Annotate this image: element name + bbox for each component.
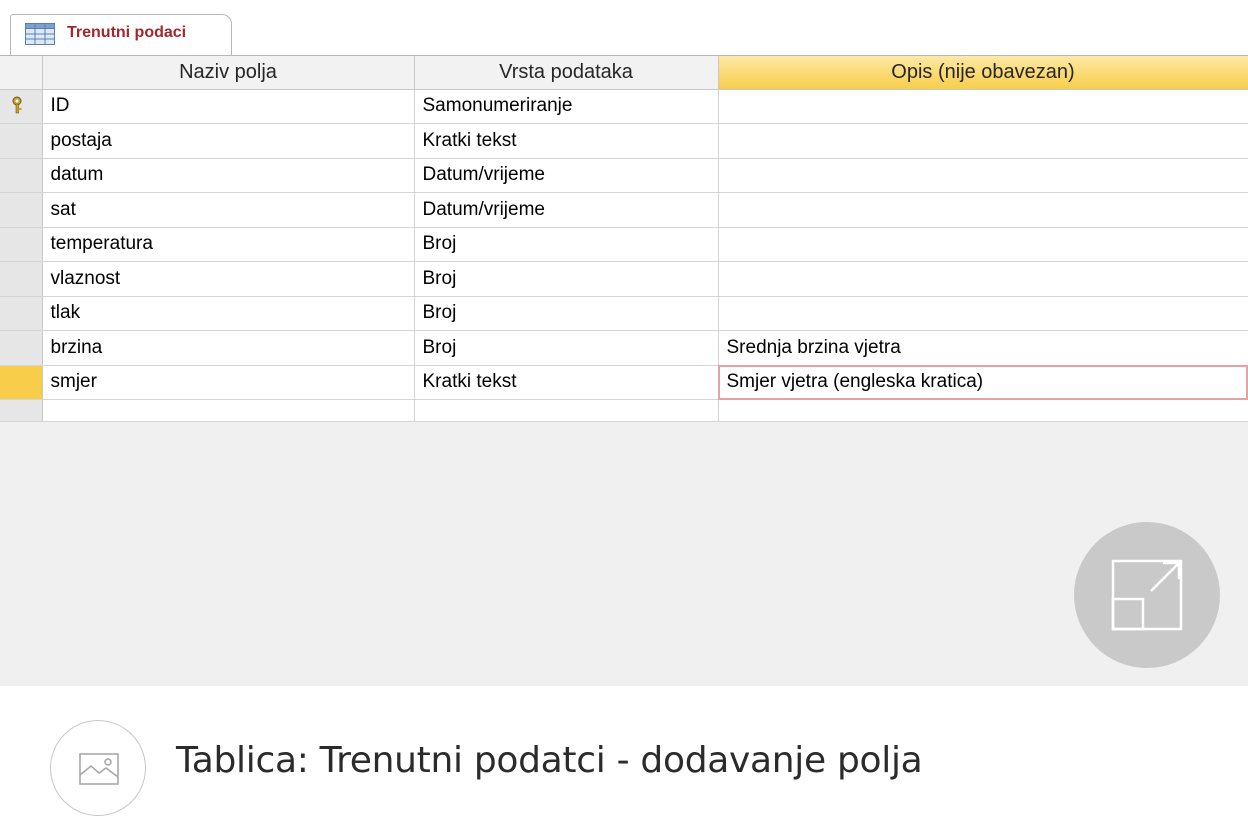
data-type-cell[interactable] — [414, 399, 719, 422]
field-row[interactable]: datum Datum/vrijeme — [0, 158, 1248, 193]
field-row[interactable]: postaja Kratki tekst — [0, 123, 1248, 159]
description-cell[interactable] — [718, 158, 1248, 193]
image-icon — [50, 720, 146, 816]
screenshot: Trenutni podaci Naziv polja Vrsta podata… — [0, 0, 1248, 686]
description-cell[interactable] — [718, 399, 1248, 422]
column-header-type[interactable]: Vrsta podataka — [414, 56, 719, 90]
document-tab-label: Trenutni podaci — [67, 24, 187, 41]
row-selector[interactable] — [0, 365, 43, 400]
field-row[interactable]: tlak Broj — [0, 296, 1248, 331]
row-selector[interactable] — [0, 192, 43, 228]
data-type-cell[interactable]: Broj — [414, 330, 719, 366]
new-field-row[interactable] — [0, 399, 1248, 422]
document-tab-bar: Trenutni podaci — [0, 0, 1248, 56]
row-selector[interactable] — [0, 227, 43, 262]
field-row[interactable]: ID Samonumeriranje — [0, 89, 1248, 124]
field-design-grid: Naziv polja Vrsta podataka Opis (nije ob… — [0, 56, 1248, 422]
figure-caption: Tablica: Trenutni podatci - dodavanje po… — [176, 740, 923, 781]
field-name-cell[interactable]: postaja — [42, 123, 415, 159]
description-cell[interactable] — [718, 192, 1248, 228]
row-selector[interactable] — [0, 89, 43, 124]
field-row[interactable]: brzina Broj Srednja brzina vjetra — [0, 330, 1248, 366]
data-type-cell[interactable]: Kratki tekst — [414, 123, 719, 159]
field-row[interactable]: smjer Kratki tekst Smjer vjetra (engleska … — [0, 365, 1248, 400]
expand-button[interactable] — [1074, 522, 1220, 668]
row-selector[interactable] — [0, 330, 43, 366]
row-selector[interactable] — [0, 399, 43, 422]
row-selector[interactable] — [0, 158, 43, 193]
field-row[interactable]: vlaznost Broj — [0, 261, 1248, 297]
field-name-cell[interactable]: datum — [42, 158, 415, 193]
description-cell[interactable] — [718, 227, 1248, 262]
expand-icon — [1111, 559, 1183, 631]
data-type-cell[interactable]: Datum/vrijeme — [414, 192, 719, 228]
field-row[interactable]: sat Datum/vrijeme — [0, 192, 1248, 228]
description-cell[interactable] — [718, 123, 1248, 159]
field-name-cell[interactable]: temperatura — [42, 227, 415, 262]
field-name-cell[interactable]: sat — [42, 192, 415, 228]
description-cell[interactable]: Smjer vjetra (engleska kratica) — [718, 365, 1248, 400]
primary-key-icon — [10, 96, 24, 120]
column-header-description[interactable]: Opis (nije obavezan) — [718, 56, 1248, 90]
data-type-cell[interactable]: Broj — [414, 296, 719, 331]
description-cell[interactable] — [718, 89, 1248, 124]
select-all-corner[interactable] — [0, 56, 43, 90]
data-type-cell[interactable]: Kratki tekst — [414, 365, 719, 400]
field-name-cell[interactable] — [42, 399, 415, 422]
field-name-cell[interactable]: tlak — [42, 296, 415, 331]
data-type-cell[interactable]: Broj — [414, 227, 719, 262]
row-selector[interactable] — [0, 123, 43, 159]
field-name-cell[interactable]: vlaznost — [42, 261, 415, 297]
data-type-cell[interactable]: Samonumeriranje — [414, 89, 719, 124]
field-row[interactable]: temperatura Broj — [0, 227, 1248, 262]
row-selector[interactable] — [0, 261, 43, 297]
column-header-name[interactable]: Naziv polja — [42, 56, 415, 90]
field-name-cell[interactable]: brzina — [42, 330, 415, 366]
description-cell[interactable] — [718, 261, 1248, 297]
table-icon — [25, 23, 55, 50]
document-tab[interactable]: Trenutni podaci — [10, 14, 232, 56]
data-type-cell[interactable]: Datum/vrijeme — [414, 158, 719, 193]
header-row: Naziv polja Vrsta podataka Opis (nije ob… — [0, 56, 1248, 90]
description-cell[interactable]: Srednja brzina vjetra — [718, 330, 1248, 366]
field-name-cell[interactable]: smjer — [42, 365, 415, 400]
description-cell[interactable] — [718, 296, 1248, 331]
data-type-cell[interactable]: Broj — [414, 261, 719, 297]
field-name-cell[interactable]: ID — [42, 89, 415, 124]
row-selector[interactable] — [0, 296, 43, 331]
